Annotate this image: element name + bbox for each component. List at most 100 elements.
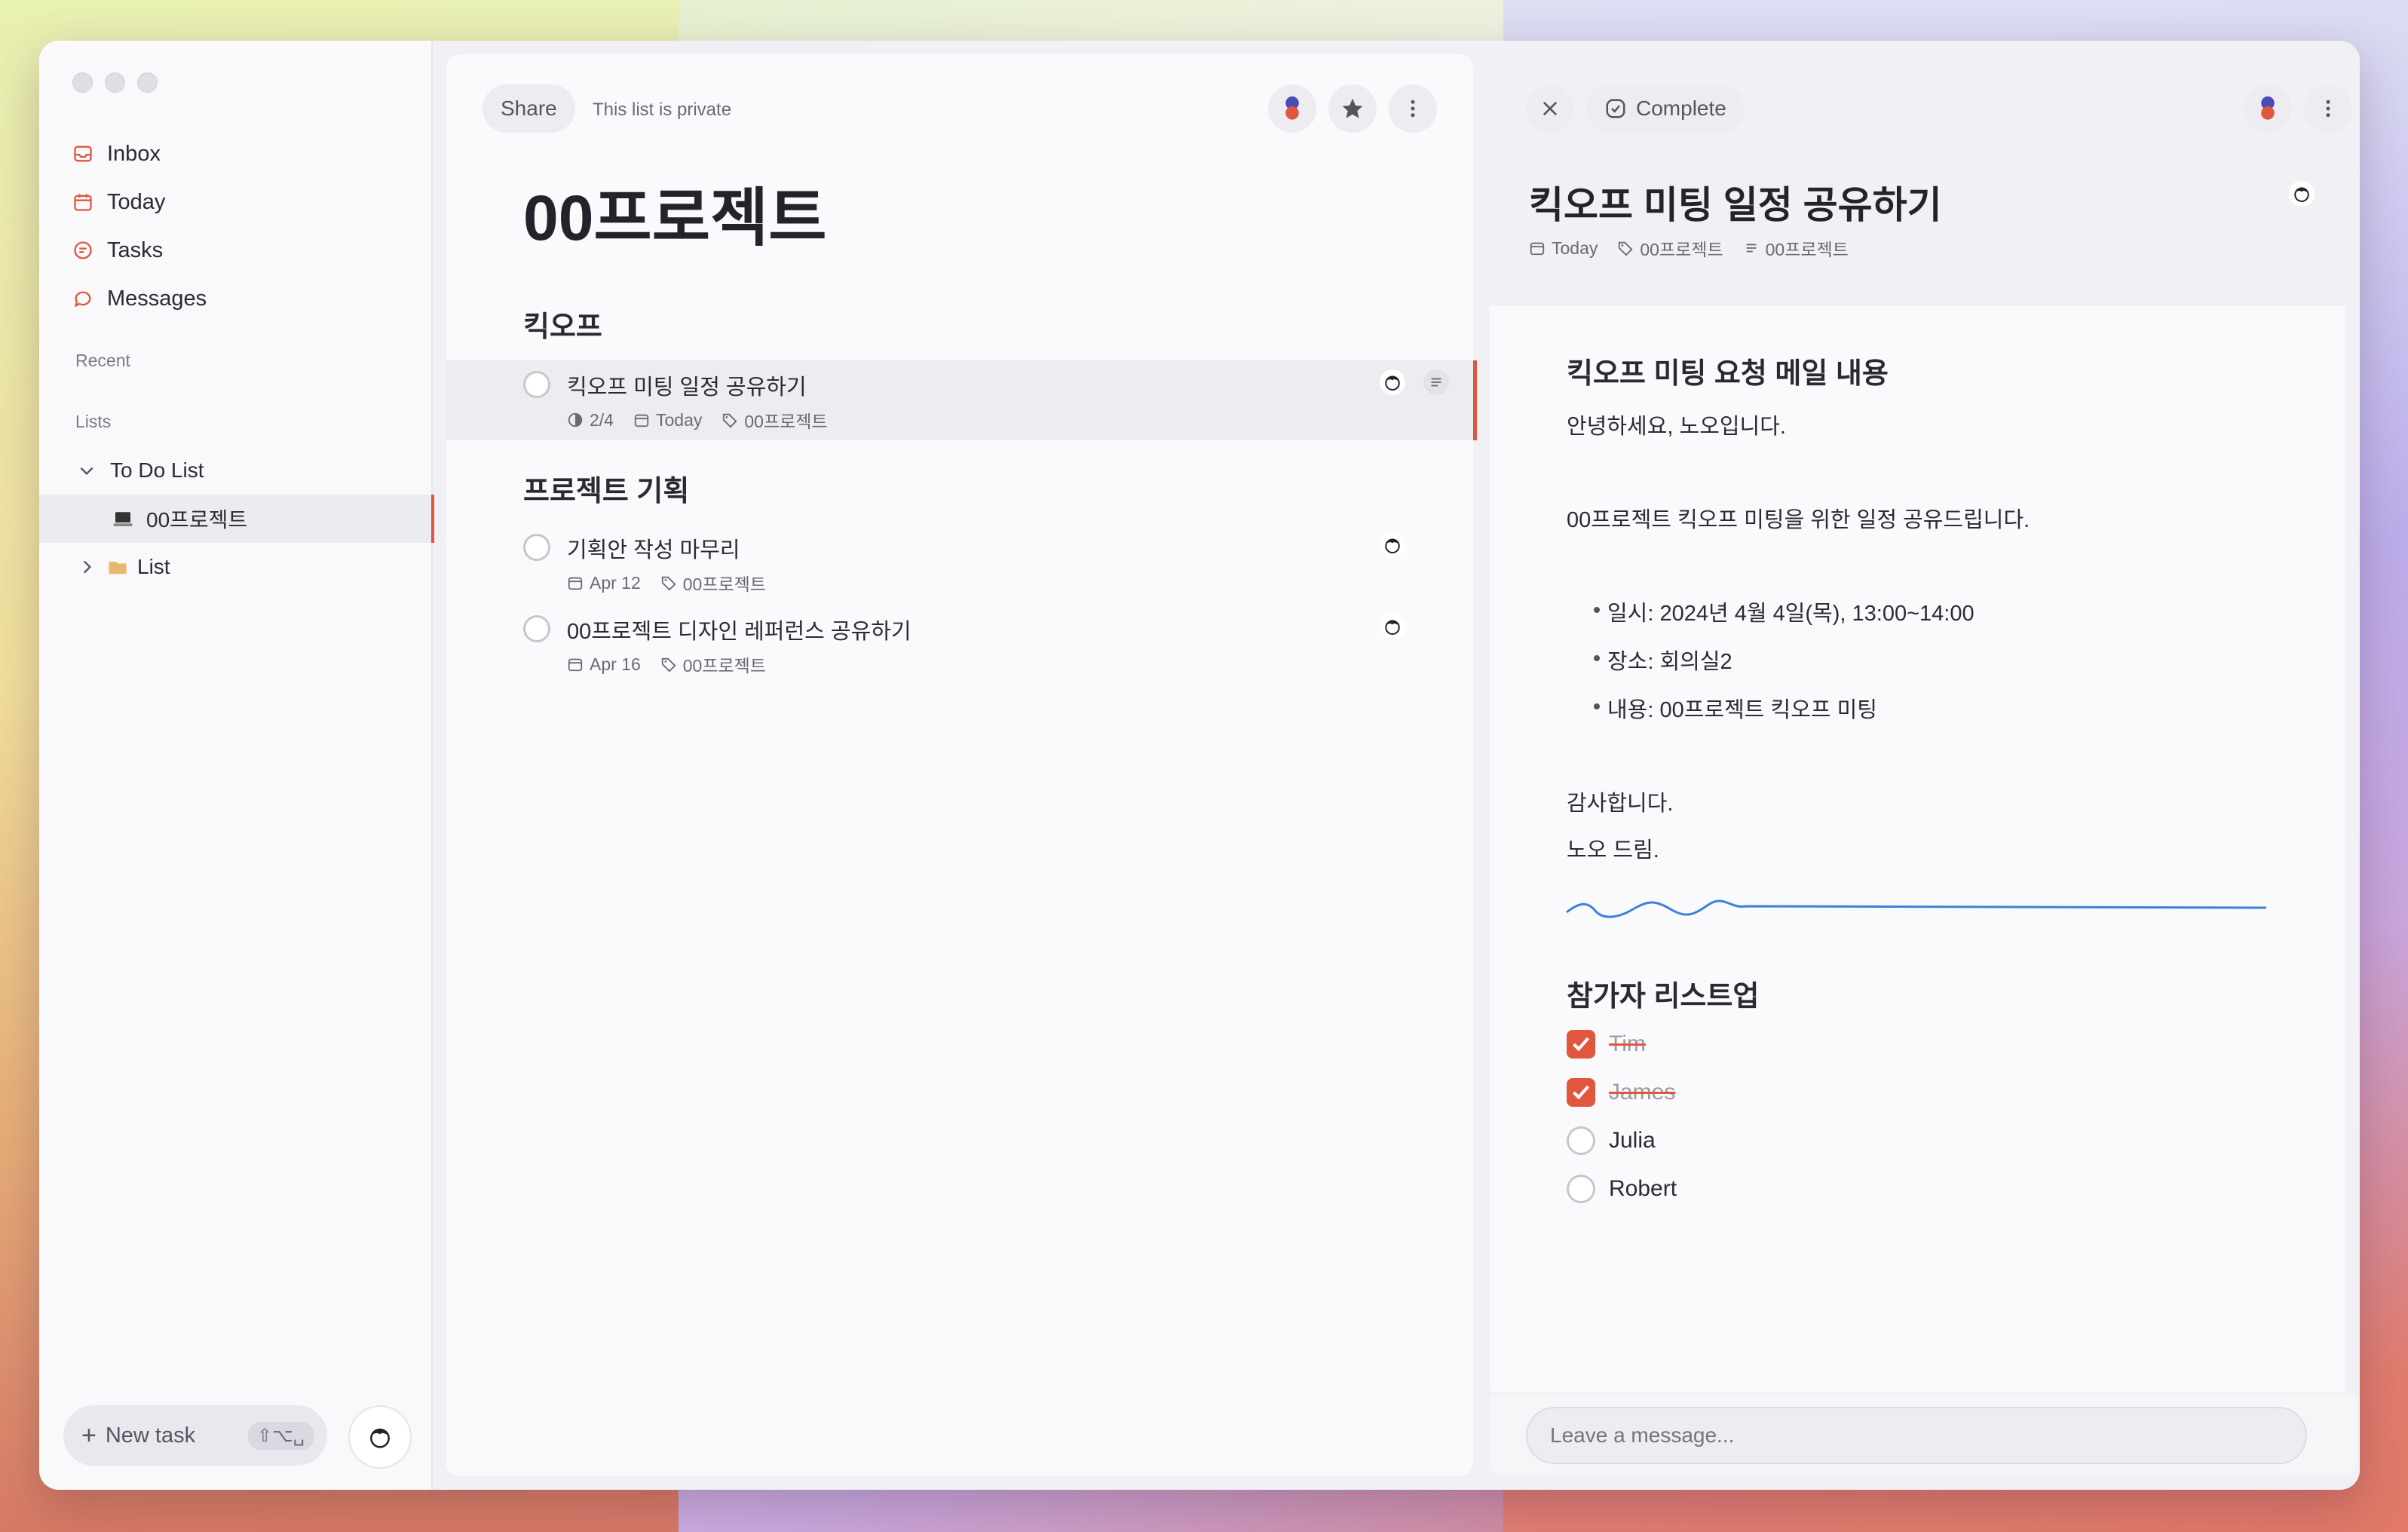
new-task-label: New task (105, 1423, 196, 1448)
notes-indicator[interactable] (1423, 369, 1449, 395)
checklist-item: Julia (1609, 1128, 1656, 1153)
task-tag: 00프로젝트 (682, 574, 766, 594)
task-title: 기획안 작성 마무리 (567, 538, 740, 562)
calendar-icon (634, 414, 649, 427)
sidebar-item-messages[interactable]: Messages (72, 274, 207, 323)
app-window: Inbox Today Tasks Messages Recent Lists … (39, 41, 2360, 1490)
complete-button[interactable]: Complete (1586, 84, 1745, 133)
task-checkbox[interactable] (523, 615, 550, 642)
plus-icon: + (81, 1420, 97, 1450)
task-title: 00프로젝트 디자인 레퍼런스 공유하기 (567, 620, 911, 644)
calendar-icon (1530, 242, 1545, 256)
members-icon (2261, 96, 2275, 120)
chevron-right-icon[interactable] (77, 557, 97, 577)
message-bar (1490, 1395, 2357, 1476)
sidebar-item-todo-list[interactable]: To Do List (39, 446, 431, 495)
checklist-item: Robert (1609, 1176, 1677, 1201)
avatar-icon (370, 1428, 390, 1448)
complete-label: Complete (1636, 97, 1726, 120)
members-button[interactable] (1268, 84, 1316, 133)
avatar-icon (1385, 620, 1400, 635)
tag-icon (1619, 241, 1633, 256)
notes-icon (1431, 378, 1441, 387)
check-icon (1573, 1037, 1590, 1052)
tasks-icon (74, 241, 92, 259)
favorite-button[interactable] (1328, 84, 1377, 133)
folder-icon (109, 562, 127, 574)
detail-list[interactable]: 00프로젝트 (1766, 235, 1849, 261)
members-icon (1285, 96, 1299, 120)
progress-icon (568, 412, 583, 427)
task-date: Apr 12 (590, 572, 641, 593)
star-icon (1342, 98, 1363, 118)
checklist-checkbox-checked[interactable] (1567, 1030, 1595, 1059)
task-date: Today (655, 409, 703, 430)
avatar-icon (1385, 375, 1400, 391)
more-options-button[interactable] (1389, 84, 1437, 133)
minimize-window-button[interactable] (105, 72, 125, 93)
zoom-window-button[interactable] (137, 72, 158, 93)
task-checkbox[interactable] (523, 371, 550, 398)
close-icon (1543, 101, 1558, 116)
sidebar-item-inbox[interactable]: Inbox (72, 130, 207, 178)
avatar-icon (1385, 538, 1400, 553)
detail-tag[interactable]: 00프로젝트 (1640, 235, 1723, 261)
close-detail-button[interactable] (1526, 84, 1574, 133)
user-avatar[interactable] (348, 1405, 412, 1469)
tag-icon (661, 657, 676, 673)
bullet-item: 내용: 00프로젝트 킥오프 미팅 (1594, 692, 1877, 724)
assignee-avatar[interactable] (1380, 614, 1405, 639)
task-row[interactable]: 기획안 작성 마무리 Apr 12 00프로젝트 (446, 523, 1473, 599)
avatar-icon (2294, 187, 2309, 202)
window-controls (72, 72, 158, 93)
detail-date[interactable]: Today (1552, 238, 1598, 259)
message-input[interactable] (1526, 1407, 2307, 1464)
task-meta: Apr 12 00프로젝트 (567, 570, 766, 596)
sidebar-item-tasks[interactable]: Tasks (72, 226, 207, 274)
calendar-icon (568, 577, 583, 590)
inbox-icon (74, 146, 92, 162)
sidebar-item-list[interactable]: List (39, 543, 431, 591)
sidebar-item-today[interactable]: Today (72, 178, 207, 226)
notes-paragraph: 감사합니다. (1567, 792, 1674, 816)
tag-icon (661, 576, 676, 591)
checklist-item: James (1609, 1080, 1676, 1105)
task-meta: Apr 16 00프로젝트 (567, 651, 766, 677)
new-task-button[interactable]: + New task ⇧⌥␣ (63, 1405, 327, 1466)
shortcut-badge: ⇧⌥␣ (248, 1421, 314, 1450)
check-circle-icon (1606, 99, 1625, 118)
notes-heading: 킥오프 미팅 요청 메일 내용 (1567, 358, 1889, 390)
more-vertical-icon (1411, 100, 1415, 118)
tag-icon (723, 413, 737, 428)
notes-paragraph: 노오 드림. (1567, 838, 1659, 863)
task-row[interactable]: 킥오프 미팅 일정 공유하기 2/4 Today 00프로젝트 (446, 360, 1477, 440)
task-detail-panel: Complete 킥오프 미팅 일정 공유하기 Today 00프로젝트 00프… (1490, 54, 2357, 1476)
section-heading: 킥오프 (523, 311, 602, 343)
sidebar-item-label: Tasks (107, 237, 164, 262)
more-vertical-icon (2326, 100, 2330, 118)
assignee-avatar[interactable] (1380, 532, 1405, 558)
checklist-checkbox-checked[interactable] (1567, 1078, 1595, 1107)
task-meta: 2/4 Today 00프로젝트 (567, 407, 828, 433)
assignee-avatar[interactable] (1380, 369, 1405, 395)
sidebar-item-project[interactable]: 00프로젝트 (39, 495, 434, 543)
close-window-button[interactable] (72, 72, 93, 93)
task-detail-title: 킥오프 미팅 일정 공유하기 (1529, 184, 1942, 226)
members-button[interactable] (2244, 84, 2292, 133)
checklist-checkbox[interactable] (1567, 1126, 1595, 1155)
task-row[interactable]: 00프로젝트 디자인 레퍼런스 공유하기 Apr 16 00프로젝트 (446, 605, 1473, 680)
calendar-icon (568, 658, 583, 672)
recent-label: Recent (75, 351, 130, 370)
checklist-checkbox[interactable] (1567, 1175, 1595, 1203)
task-notes[interactable]: 킥오프 미팅 요청 메일 내용 안녕하세요, 노오입니다. 00프로젝트 킥오프… (1490, 306, 2345, 1392)
squiggle-divider (1566, 899, 2266, 918)
calendar-icon (74, 194, 92, 211)
share-button[interactable]: Share (483, 84, 575, 133)
assignee-avatar[interactable] (2289, 181, 2315, 207)
task-checkbox[interactable] (523, 534, 550, 561)
notes-heading: 참가자 리스트업 (1567, 981, 1760, 1013)
sidebar-nav: Inbox Today Tasks Messages (72, 130, 207, 323)
more-options-button[interactable] (2304, 84, 2352, 133)
chevron-down-icon[interactable] (77, 461, 97, 480)
sidebar-item-label: Today (107, 189, 166, 214)
